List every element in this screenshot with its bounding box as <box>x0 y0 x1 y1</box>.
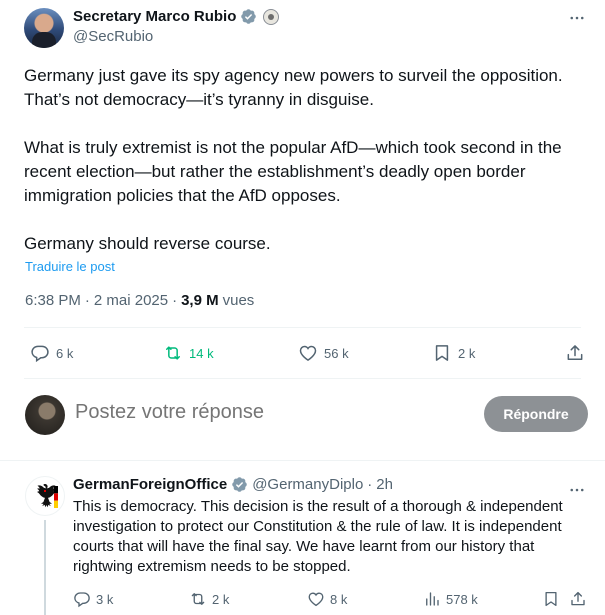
government-seal-icon <box>263 8 280 25</box>
author-name[interactable]: Secretary Marco Rubio <box>73 8 236 25</box>
divider <box>24 378 581 379</box>
author-avatar[interactable] <box>24 8 64 48</box>
bookmark-icon <box>545 591 557 607</box>
reply-reply-action[interactable]: 3 k <box>73 590 113 608</box>
bookmark-action[interactable]: 2 k <box>432 343 475 363</box>
thread-line <box>44 520 46 615</box>
reply-bookmark-action[interactable] <box>542 590 560 608</box>
reply-share-action[interactable] <box>569 590 587 608</box>
reply-count: 6 k <box>56 345 74 361</box>
views-label: vues <box>222 292 255 309</box>
post-text: Germany just gave its spy agency new pow… <box>24 64 594 256</box>
meta-separator: · <box>172 292 178 309</box>
repost-icon <box>166 346 180 360</box>
meta-separator: · <box>367 476 373 493</box>
reply-like-count: 8 k <box>330 591 348 607</box>
author-handle[interactable]: @SecRubio <box>73 28 153 45</box>
heart-icon <box>308 592 324 607</box>
views-chart-icon <box>426 592 439 606</box>
more-icon <box>570 16 584 20</box>
repost-action[interactable]: 14 k <box>163 343 214 363</box>
translate-post-link[interactable]: Traduire le post <box>25 259 115 274</box>
german-flag-icon <box>54 486 58 508</box>
reply-views-count: 578 k <box>446 591 478 607</box>
heart-icon <box>299 345 317 361</box>
reply-button[interactable]: Répondre <box>484 396 588 432</box>
reply-repost-count: 2 k <box>212 591 230 607</box>
post-paragraph: Germany just gave its spy agency new pow… <box>24 66 563 109</box>
reply-action[interactable]: 6 k <box>30 343 73 363</box>
verified-badge-icon <box>232 477 247 492</box>
reply-icon <box>31 345 49 363</box>
author-name-row: Secretary Marco Rubio <box>73 8 280 25</box>
share-icon <box>567 345 583 360</box>
post-time[interactable]: 6:38 PM <box>25 292 81 309</box>
share-icon <box>571 591 585 606</box>
post-date[interactable]: 2 mai 2025 <box>94 292 168 309</box>
reply-repost-action[interactable]: 2 k <box>189 590 229 608</box>
reply-author-handle[interactable]: @GermanyDiplo <box>252 476 363 493</box>
reply-author-name[interactable]: GermanForeignOffice <box>73 476 227 493</box>
german-eagle-avatar[interactable] <box>25 476 65 516</box>
more-options-button[interactable] <box>567 8 587 28</box>
reply-icon <box>74 592 90 608</box>
reply-input[interactable] <box>75 401 455 424</box>
repost-icon <box>191 593 205 605</box>
reply-actions: 3 k 2 k 8 k 578 k <box>73 590 585 610</box>
views-count: 3,9 M <box>181 292 219 309</box>
post-paragraph: Germany should reverse course. <box>24 234 271 253</box>
reply-reply-count: 3 k <box>96 591 114 607</box>
post-actions: 6 k 14 k 56 k 2 k <box>20 343 585 365</box>
user-avatar[interactable] <box>25 395 65 435</box>
like-count: 56 k <box>324 345 349 361</box>
reply-text: This is democracy. This decision is the … <box>73 498 563 575</box>
repost-count: 14 k <box>189 345 214 361</box>
share-action[interactable] <box>565 343 585 363</box>
bookmark-icon <box>435 345 449 361</box>
like-action[interactable]: 56 k <box>298 343 349 363</box>
reply-time[interactable]: 2h <box>376 476 393 493</box>
reply-like-action[interactable]: 8 k <box>307 590 347 608</box>
verified-badge-icon <box>241 9 257 24</box>
reply-header: GermanForeignOffice @GermanyDiplo · 2h <box>73 476 393 493</box>
post-meta: 6:38 PM · 2 mai 2025 · 3,9 M vues <box>25 292 254 309</box>
reply-views-action[interactable]: 578 k <box>423 590 478 608</box>
bookmark-count: 2 k <box>458 345 476 361</box>
meta-separator: · <box>84 292 90 309</box>
post-paragraph: What is truly extremist is not the popul… <box>24 138 562 205</box>
divider <box>24 327 581 328</box>
divider <box>0 460 605 461</box>
